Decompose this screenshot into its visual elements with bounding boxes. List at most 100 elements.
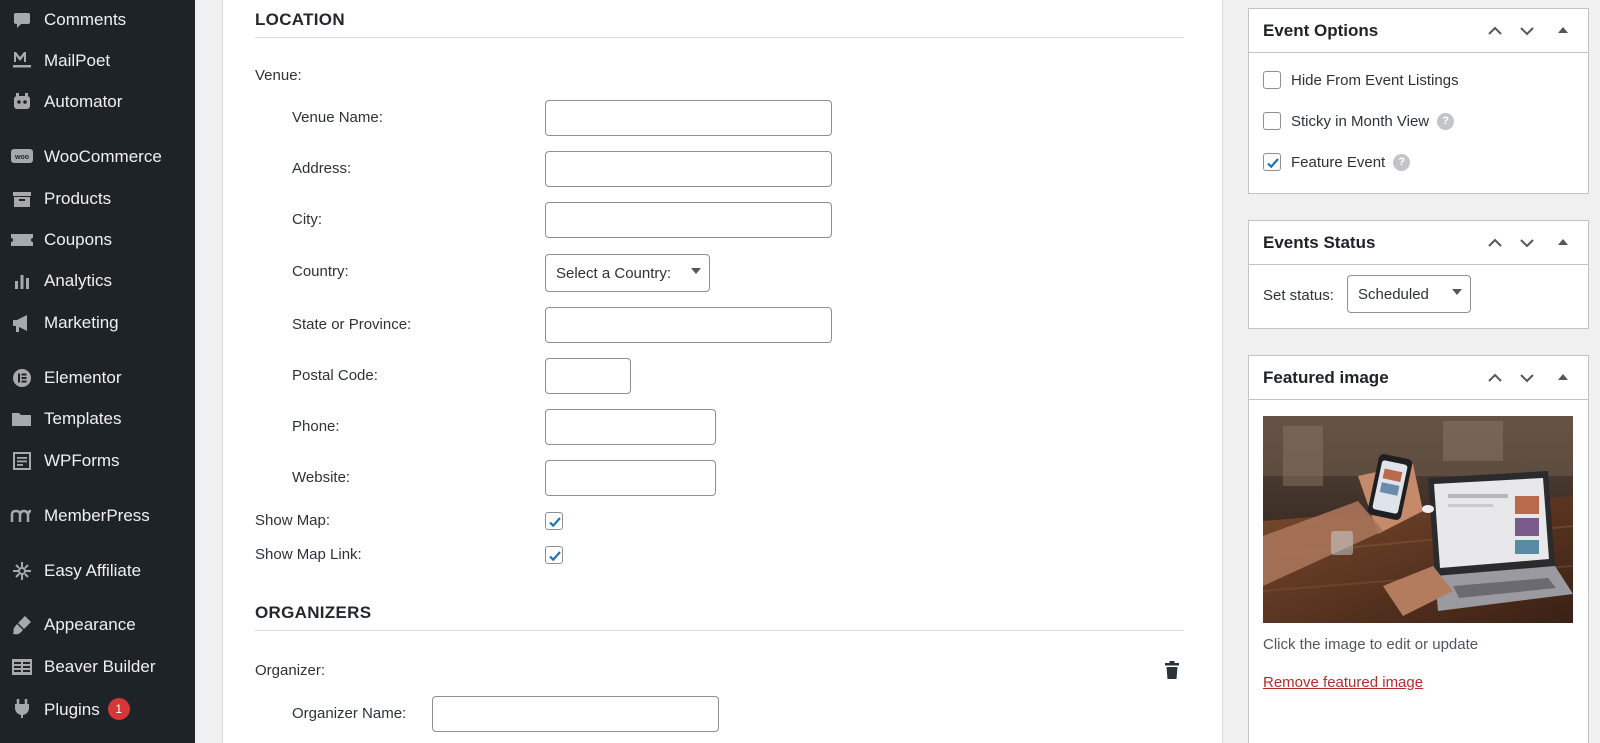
sidebar-item-analytics[interactable]: Analytics bbox=[0, 263, 195, 299]
chevron-up-icon[interactable] bbox=[1485, 21, 1505, 41]
trash-icon[interactable] bbox=[1163, 660, 1181, 680]
checkmark-icon bbox=[549, 551, 561, 562]
show-map-label: Show Map: bbox=[255, 512, 331, 529]
sidebar-item-easy-affiliate[interactable]: Easy Affiliate bbox=[0, 553, 195, 589]
city-input[interactable] bbox=[545, 202, 832, 238]
chevron-down-icon bbox=[691, 268, 701, 274]
venue-label: Venue: bbox=[255, 67, 302, 84]
featured-image-thumbnail[interactable] bbox=[1263, 416, 1573, 623]
chevron-down-icon bbox=[1452, 289, 1462, 295]
feature-event-option[interactable]: Feature Event ? bbox=[1263, 153, 1411, 171]
phone-label: Phone: bbox=[292, 418, 340, 435]
sidebar-item-label: Beaver Builder bbox=[44, 657, 156, 676]
sidebar-item-elementor[interactable]: Elementor bbox=[0, 360, 195, 396]
sidebar-item-label: Analytics bbox=[44, 271, 113, 290]
marketing-icon bbox=[10, 312, 34, 334]
sidebar-item-label: Appearance bbox=[44, 615, 136, 634]
help-icon[interactable]: ? bbox=[1393, 153, 1411, 171]
venue-name-input[interactable] bbox=[545, 100, 832, 136]
sticky-month-view-label: Sticky in Month View bbox=[1291, 112, 1430, 130]
website-label: Website: bbox=[292, 469, 351, 486]
sidebar-item-label: Products bbox=[44, 189, 112, 208]
events-status-title: Events Status bbox=[1263, 233, 1376, 252]
sidebar-item-beaver-builder[interactable]: Beaver Builder bbox=[0, 649, 195, 685]
status-select[interactable]: Scheduled bbox=[1347, 275, 1471, 313]
collapse-toggle-icon[interactable] bbox=[1553, 233, 1573, 253]
sidebar-item-label: WooCommerce bbox=[44, 147, 162, 166]
featured-image-title: Featured image bbox=[1263, 368, 1389, 387]
comments-icon bbox=[10, 9, 34, 31]
sticky-month-view-checkbox[interactable] bbox=[1263, 112, 1281, 130]
sidebar-item-label: Easy Affiliate bbox=[44, 561, 142, 580]
organizer-name-input[interactable] bbox=[432, 696, 719, 732]
sidebar-item-label: Marketing bbox=[44, 313, 119, 332]
easy-affiliate-icon bbox=[10, 560, 34, 582]
chevron-down-icon[interactable] bbox=[1517, 233, 1537, 253]
sidebar-item-label: WPForms bbox=[44, 451, 120, 470]
show-map-link-checkbox[interactable] bbox=[545, 546, 563, 564]
woocommerce-icon: woo bbox=[10, 146, 34, 168]
postal-code-label: Postal Code: bbox=[292, 367, 378, 384]
featured-image-hint: Click the image to edit or update bbox=[1263, 636, 1479, 653]
sidebar-item-marketing[interactable]: Marketing bbox=[0, 305, 195, 341]
automator-icon bbox=[10, 91, 34, 113]
sidebar-item-wpforms[interactable]: WPForms bbox=[0, 443, 195, 479]
admin-sidebar: Comments MailPoet Automator woo WooComme… bbox=[0, 0, 195, 743]
sidebar-item-plugins[interactable]: Plugins 1 bbox=[0, 690, 195, 726]
show-map-link-label: Show Map Link: bbox=[255, 546, 362, 563]
sidebar-item-label: Comments bbox=[44, 10, 127, 29]
set-status-label: Set status: bbox=[1263, 287, 1334, 304]
phone-input[interactable] bbox=[545, 409, 716, 445]
chevron-up-icon[interactable] bbox=[1485, 368, 1505, 388]
remove-featured-image-link[interactable]: Remove featured image bbox=[1263, 674, 1423, 691]
featured-image-box: Featured image Click the image to edit o… bbox=[1248, 355, 1589, 743]
organizer-label: Organizer: bbox=[255, 662, 326, 679]
sidebar-item-memberpress[interactable]: MemberPress bbox=[0, 498, 195, 534]
hide-from-listings-label: Hide From Event Listings bbox=[1291, 71, 1459, 89]
event-options-title: Event Options bbox=[1263, 21, 1379, 40]
postal-code-input[interactable] bbox=[545, 358, 631, 394]
chevron-up-icon[interactable] bbox=[1485, 233, 1505, 253]
sidebar-item-automator[interactable]: Automator bbox=[0, 84, 195, 120]
sidebar-item-label: MailPoet bbox=[44, 51, 111, 70]
collapse-toggle-icon[interactable] bbox=[1553, 368, 1573, 388]
events-status-box: Events Status Set status: Scheduled bbox=[1248, 220, 1589, 329]
event-details-panel: LOCATION Venue: Venue Name: Address: Cit… bbox=[222, 0, 1223, 743]
country-select-value: Select a Country: bbox=[556, 265, 672, 282]
country-label: Country: bbox=[292, 263, 349, 280]
sidebar-item-label: Coupons bbox=[44, 230, 113, 249]
plugins-icon bbox=[10, 697, 34, 719]
feature-event-checkbox[interactable] bbox=[1263, 153, 1281, 171]
sticky-month-view-option[interactable]: Sticky in Month View ? bbox=[1263, 112, 1455, 130]
location-heading: LOCATION bbox=[255, 10, 345, 29]
sidebar-item-products[interactable]: Products bbox=[0, 181, 195, 217]
hide-from-listings-option[interactable]: Hide From Event Listings bbox=[1263, 71, 1459, 89]
country-select[interactable]: Select a Country: bbox=[545, 254, 710, 292]
sidebar-item-woocommerce[interactable]: woo WooCommerce bbox=[0, 139, 195, 175]
event-options-header: Event Options bbox=[1249, 9, 1588, 53]
sidebar-item-label: Automator bbox=[44, 92, 123, 111]
mailpoet-icon bbox=[10, 50, 34, 72]
organizers-heading: ORGANIZERS bbox=[255, 603, 372, 622]
sidebar-item-mailpoet[interactable]: MailPoet bbox=[0, 43, 195, 79]
status-select-value: Scheduled bbox=[1358, 286, 1429, 303]
organizers-divider bbox=[255, 630, 1184, 631]
venue-name-label: Venue Name: bbox=[292, 109, 383, 126]
collapse-toggle-icon[interactable] bbox=[1553, 21, 1573, 41]
chevron-down-icon[interactable] bbox=[1517, 21, 1537, 41]
website-input[interactable] bbox=[545, 460, 716, 496]
help-icon[interactable]: ? bbox=[1437, 112, 1455, 130]
show-map-checkbox[interactable] bbox=[545, 512, 563, 530]
location-divider bbox=[255, 37, 1184, 38]
appearance-icon bbox=[10, 614, 34, 636]
state-input[interactable] bbox=[545, 307, 832, 343]
sidebar-item-label: Templates bbox=[44, 409, 122, 428]
sidebar-item-comments[interactable]: Comments bbox=[0, 2, 195, 38]
state-label: State or Province: bbox=[292, 316, 412, 333]
sidebar-item-coupons[interactable]: Coupons bbox=[0, 222, 195, 258]
hide-from-listings-checkbox[interactable] bbox=[1263, 71, 1281, 89]
sidebar-item-templates[interactable]: Templates bbox=[0, 401, 195, 437]
chevron-down-icon[interactable] bbox=[1517, 368, 1537, 388]
address-input[interactable] bbox=[545, 151, 832, 187]
sidebar-item-appearance[interactable]: Appearance bbox=[0, 607, 195, 643]
